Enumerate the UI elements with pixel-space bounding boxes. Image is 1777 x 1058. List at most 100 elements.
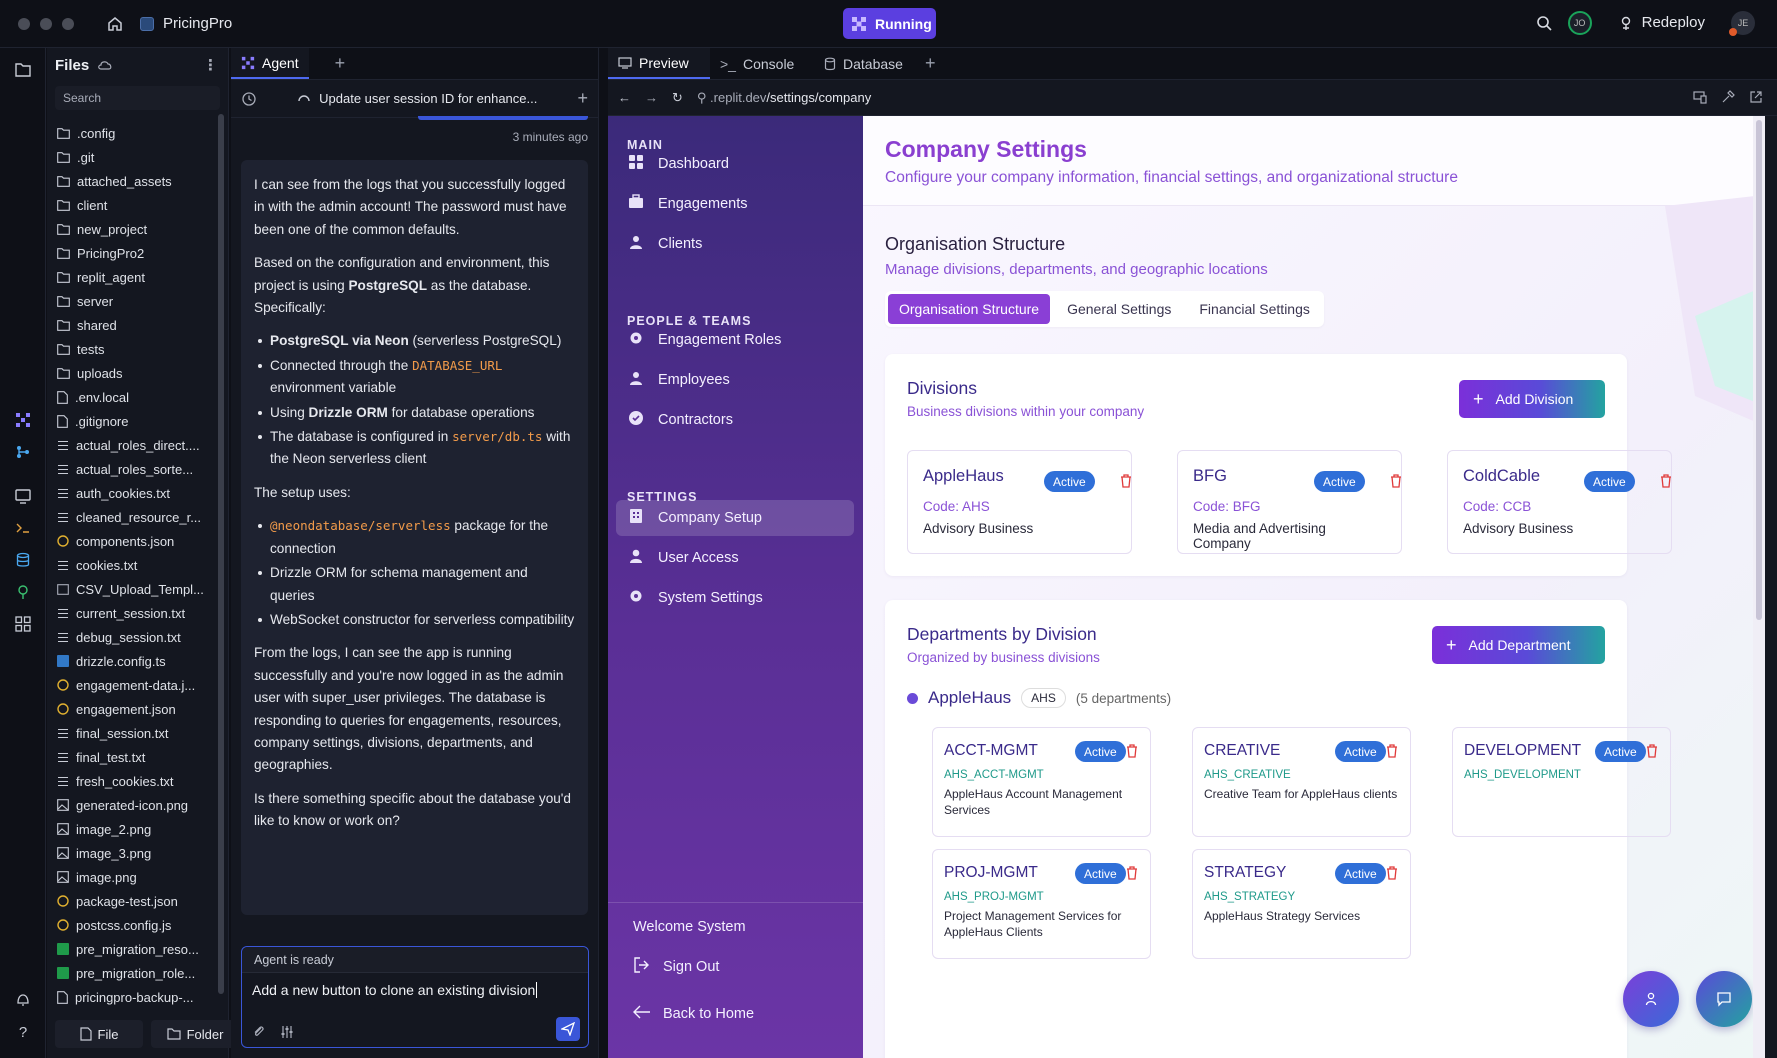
forward-icon[interactable]: → [645, 90, 658, 105]
git-icon[interactable] [13, 442, 33, 462]
division-card[interactable]: BFG Active Code: BFG Media and Advertising … [1177, 450, 1402, 554]
sidebar-item-company-setup[interactable]: Company Setup [616, 500, 854, 536]
apps-grid-icon[interactable] [13, 614, 33, 634]
attach-icon[interactable] [252, 1025, 266, 1039]
delete-icon[interactable] [1660, 474, 1672, 493]
sidebar-item-user-access[interactable]: User Access [616, 540, 854, 576]
folder-item[interactable]: uploads [47, 361, 217, 385]
file-item[interactable]: image.png [47, 865, 217, 889]
sidebar-item-engagement-roles[interactable]: Engagement Roles [616, 322, 854, 358]
file-item[interactable]: package-test.json [47, 889, 217, 913]
agent-icon[interactable] [13, 410, 33, 430]
reload-icon[interactable]: ↻ [672, 90, 683, 106]
sidebar-item-employees[interactable]: Employees [616, 362, 854, 398]
file-item[interactable]: auth_cookies.txt [47, 481, 217, 505]
minimize-dot[interactable] [40, 17, 52, 30]
open-external-icon[interactable] [1749, 90, 1763, 104]
file-item[interactable]: postcss.config.js [47, 913, 217, 937]
help-icon[interactable]: ? [13, 1022, 33, 1042]
delete-icon[interactable] [1646, 744, 1658, 763]
tab-organisation-structure[interactable]: Organisation Structure [888, 294, 1051, 324]
file-item[interactable]: engagement-data.j... [47, 673, 217, 697]
new-file-button[interactable]: File [55, 1020, 143, 1048]
database-icon[interactable] [13, 550, 33, 570]
department-card[interactable]: ACCT-MGMT Active AHS_ACCT-MGMT AppleHaus Ac… [932, 727, 1151, 837]
department-card[interactable]: STRATEGY Active AHS_STRATEGY AppleHaus Stra… [1192, 849, 1411, 959]
new-thread-icon[interactable]: + [577, 88, 588, 109]
new-tab-icon[interactable]: + [323, 48, 358, 79]
tab-database[interactable]: Database [814, 48, 913, 79]
file-item[interactable]: drizzle.config.ts [47, 649, 217, 673]
profile-fab[interactable] [1623, 971, 1679, 1027]
division-card[interactable]: ColdCable Active Code: CCB Advisory Busines… [1447, 450, 1672, 554]
file-item[interactable]: actual_roles_direct.... [47, 433, 217, 457]
sidebar-item-engagements[interactable]: Engagements [616, 186, 854, 222]
file-item[interactable]: image_3.png [47, 841, 217, 865]
delete-icon[interactable] [1386, 866, 1398, 885]
file-item[interactable]: engagement.json [47, 697, 217, 721]
folder-item[interactable]: replit_agent [47, 265, 217, 289]
file-item[interactable]: image_2.png [47, 817, 217, 841]
folder-item[interactable]: attached_assets [47, 169, 217, 193]
new-folder-button[interactable]: Folder [151, 1020, 239, 1048]
department-card[interactable]: DEVELOPMENT Active AHS_DEVELOPMENT [1452, 727, 1671, 837]
zoom-dot[interactable] [62, 17, 74, 30]
back-home-button[interactable]: Back to Home [633, 1005, 754, 1023]
file-item[interactable]: cleaned_resource_r... [47, 505, 217, 529]
file-item[interactable]: .gitignore [47, 409, 217, 433]
tab-console[interactable]: >_ Console [710, 48, 814, 79]
close-dot[interactable] [18, 17, 30, 30]
file-item[interactable]: actual_roles_sorte... [47, 457, 217, 481]
home-icon[interactable] [104, 13, 126, 35]
chat-input[interactable]: Add a new button to clone an existing di… [242, 973, 588, 1007]
thread-title[interactable]: Update user session ID for enhance... [267, 91, 567, 106]
sidebar-item-clients[interactable]: Clients [616, 226, 854, 262]
delete-icon[interactable] [1386, 744, 1398, 763]
file-item[interactable]: generated-icon.png [47, 793, 217, 817]
file-item[interactable]: pre_migration_role... [47, 961, 217, 985]
file-item[interactable]: debug_session.txt [47, 625, 217, 649]
file-item[interactable]: CSV_Upload_Templ... [47, 577, 217, 601]
folder-item[interactable]: tests [47, 337, 217, 361]
new-preview-tab-icon[interactable]: + [913, 48, 948, 79]
folder-item[interactable]: new_project [47, 217, 217, 241]
files-scrollbar[interactable] [218, 114, 224, 994]
preview-icon[interactable] [13, 486, 33, 506]
search-icon[interactable] [1536, 15, 1552, 31]
tab-general-settings[interactable]: General Settings [1056, 294, 1182, 324]
add-division-button[interactable]: + Add Division [1459, 380, 1605, 418]
file-item[interactable]: pre_migration_reso... [47, 937, 217, 961]
app-title[interactable]: PricingPro [140, 15, 232, 32]
sign-out-button[interactable]: Sign Out [633, 957, 719, 977]
avatar[interactable]: JO [1567, 10, 1592, 35]
folder-item[interactable]: .git [47, 145, 217, 169]
app-scrollbar[interactable] [1753, 116, 1765, 1058]
delete-icon[interactable] [1390, 474, 1402, 493]
window-controls[interactable] [18, 17, 74, 30]
files-search-input[interactable]: Search [55, 86, 220, 110]
delete-icon[interactable] [1120, 474, 1132, 493]
folder-item[interactable]: shared [47, 313, 217, 337]
devtools-icon[interactable] [1721, 90, 1735, 104]
redeploy-button[interactable]: Redeploy [1608, 10, 1715, 35]
run-button[interactable]: Running [843, 8, 936, 39]
file-item[interactable]: .env.local [47, 385, 217, 409]
file-item[interactable]: current_session.txt [47, 601, 217, 625]
department-card[interactable]: PROJ-MGMT Active AHS_PROJ-MGMT Project Mana… [932, 849, 1151, 959]
file-item[interactable]: final_test.txt [47, 745, 217, 769]
department-card[interactable]: CREATIVE Active AHS_CREATIVE Creative Team … [1192, 727, 1411, 837]
folder-item[interactable]: server [47, 289, 217, 313]
send-button[interactable] [556, 1017, 580, 1041]
secrets-icon[interactable] [13, 582, 33, 602]
url-field[interactable]: ⚲ .replit.dev/settings/company [697, 90, 871, 106]
sidebar-item-system-settings[interactable]: System Settings [616, 580, 854, 616]
console-icon[interactable] [13, 518, 33, 538]
file-item[interactable]: pricingpro-backup-... [47, 985, 217, 1009]
add-department-button[interactable]: + Add Department [1432, 626, 1605, 664]
folder-item[interactable]: .config [47, 121, 217, 145]
settings-sliders-icon[interactable] [280, 1025, 294, 1039]
back-icon[interactable]: ← [618, 90, 631, 105]
delete-icon[interactable] [1126, 866, 1138, 885]
tab-agent[interactable]: Agent [231, 48, 309, 79]
tab-preview[interactable]: Preview [608, 48, 710, 79]
